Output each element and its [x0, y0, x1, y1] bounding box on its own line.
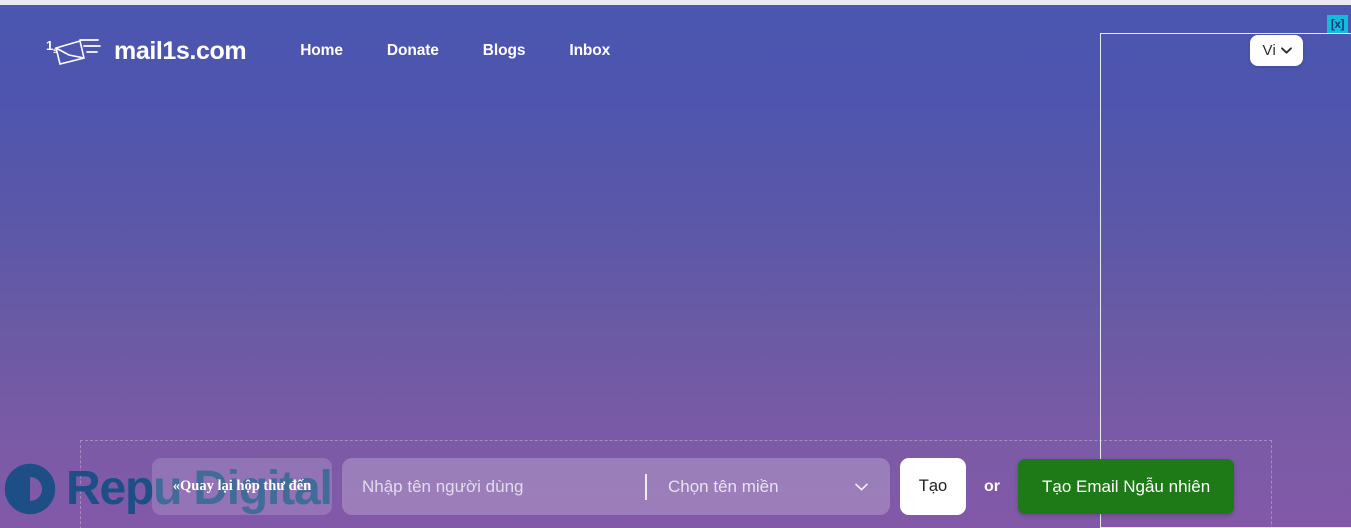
main-nav: Home Donate Blogs Inbox — [300, 42, 610, 60]
email-generator-form: «Quay lại hộp thư đến Chọn tên miền Tạo … — [152, 458, 1235, 515]
chevron-down-icon — [855, 483, 868, 490]
nav-link-donate[interactable]: Donate — [387, 42, 439, 60]
language-switcher[interactable]: Vi — [1249, 35, 1303, 66]
brand-logo-link[interactable]: 1 s mail1s.com — [46, 34, 247, 68]
chevron-down-icon — [1281, 47, 1292, 54]
nav-link-blogs[interactable]: Blogs — [483, 42, 526, 60]
nav-link-home[interactable]: Home — [300, 42, 343, 60]
domain-select-label: Chọn tên miền — [668, 476, 779, 496]
random-email-button[interactable]: Tạo Email Ngẫu nhiên — [1018, 459, 1235, 514]
envelope-speed-icon: 1 s — [46, 38, 101, 65]
nav-link-inbox[interactable]: Inbox — [569, 42, 610, 60]
domain-select[interactable]: Chọn tên miền — [647, 458, 890, 515]
page-root: [x] 1 s mail1s.com Home Donate Blogs Inb… — [0, 0, 1351, 528]
brand-name: mail1s.com — [114, 36, 247, 65]
username-input[interactable] — [342, 458, 645, 515]
repu-circle-logo-icon — [4, 463, 56, 515]
or-separator-label: or — [984, 477, 1000, 495]
back-to-inbox-button[interactable]: «Quay lại hộp thư đến — [152, 458, 332, 515]
create-email-button[interactable]: Tạo — [900, 458, 966, 515]
site-header: 1 s mail1s.com Home Donate Blogs Inbox — [0, 5, 1351, 97]
email-input-group: Chọn tên miền — [342, 458, 890, 515]
language-label: Vi — [1262, 42, 1276, 59]
